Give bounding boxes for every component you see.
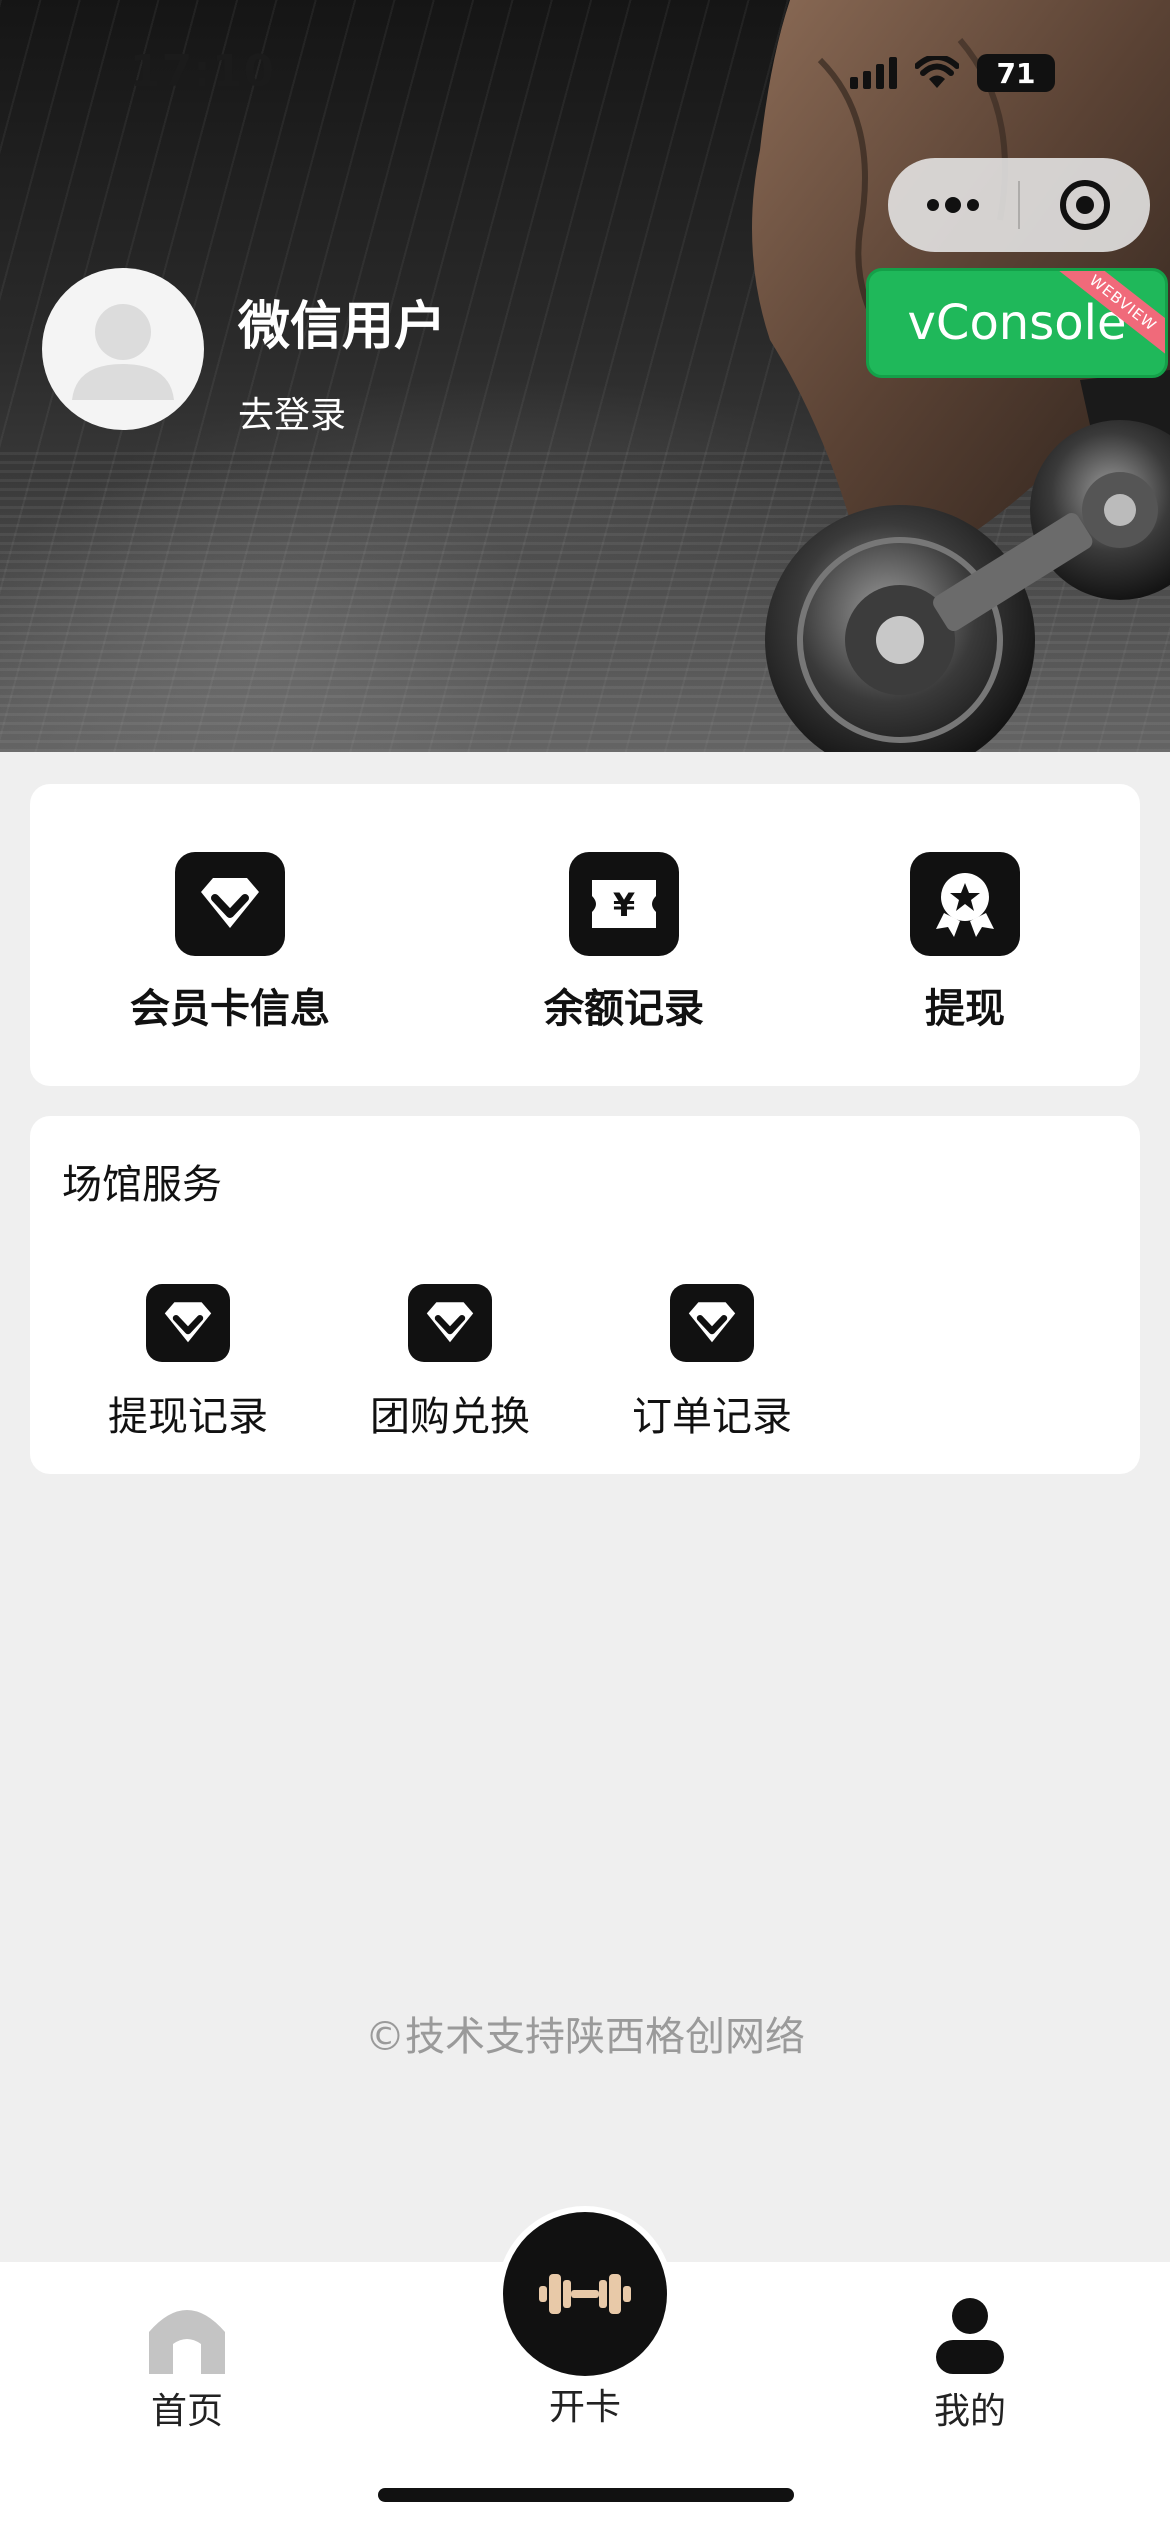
yen-ticket-icon: ¥ [569,852,679,956]
service-label: 订单记录 [632,1394,792,1440]
quick-action-label: 提现 [925,986,1005,1032]
quick-action-label: 余额记录 [544,986,704,1032]
wifi-icon [915,56,959,88]
dumbbell-icon [539,2274,631,2314]
more-options-button[interactable] [888,158,1018,252]
user-profile-icon [936,2298,1004,2374]
username: 微信用户 [238,297,447,357]
order-records-button[interactable]: 订单记录 [632,1284,792,1442]
withdraw-button[interactable]: 提现 [910,852,1020,1034]
home-icon [149,2310,225,2374]
target-close-icon [1060,180,1110,230]
tab-open-card-button[interactable] [503,2212,667,2376]
diamond-icon [670,1284,754,1362]
svg-text:¥: ¥ [613,886,635,924]
quick-action-label: 会员卡信息 [130,986,330,1032]
status-bar-time: 17:10 [130,46,276,97]
diamond-icon [408,1284,492,1362]
diamond-icon [175,852,285,956]
login-link[interactable]: 去登录 [238,386,346,438]
vconsole-button[interactable]: vConsole WEBVIEW [866,268,1168,378]
profile-header: 17:10 71 vConsole WEBVIEW 微信用户 去登录 [0,0,1170,752]
group-buy-redeem-button[interactable]: 团购兑换 [370,1284,530,1442]
more-dots-icon [927,197,979,213]
award-badge-icon [910,852,1020,956]
battery-indicator: 71 [977,54,1055,92]
membership-card-info-button[interactable]: 会员卡信息 [130,852,330,1034]
diamond-icon [146,1284,230,1362]
quick-actions-card: 会员卡信息 ¥ 余额记录 提现 [30,784,1140,1086]
tech-support-credit: ©技术支持陕西格创网络 [365,2014,805,2060]
home-indicator-bar [378,2488,794,2502]
balance-records-button[interactable]: ¥ 余额记录 [544,852,704,1034]
section-title: 场馆服务 [62,1162,222,1208]
service-label: 提现记录 [108,1394,268,1440]
miniprogram-capsule [888,158,1150,252]
vconsole-label: vConsole [907,295,1127,351]
withdraw-records-button[interactable]: 提现记录 [108,1284,268,1442]
close-miniprogram-button[interactable] [1020,158,1150,252]
tab-open-card-label: 开卡 [548,2387,621,2428]
venue-services-card: 场馆服务 提现记录 团购兑换 订单记录 [30,1116,1140,1474]
cellular-signal-icon [850,57,897,89]
avatar[interactable] [42,268,204,430]
default-user-icon [72,304,174,400]
status-bar-indicators: 71 [850,54,1055,92]
service-label: 团购兑换 [370,1394,530,1440]
